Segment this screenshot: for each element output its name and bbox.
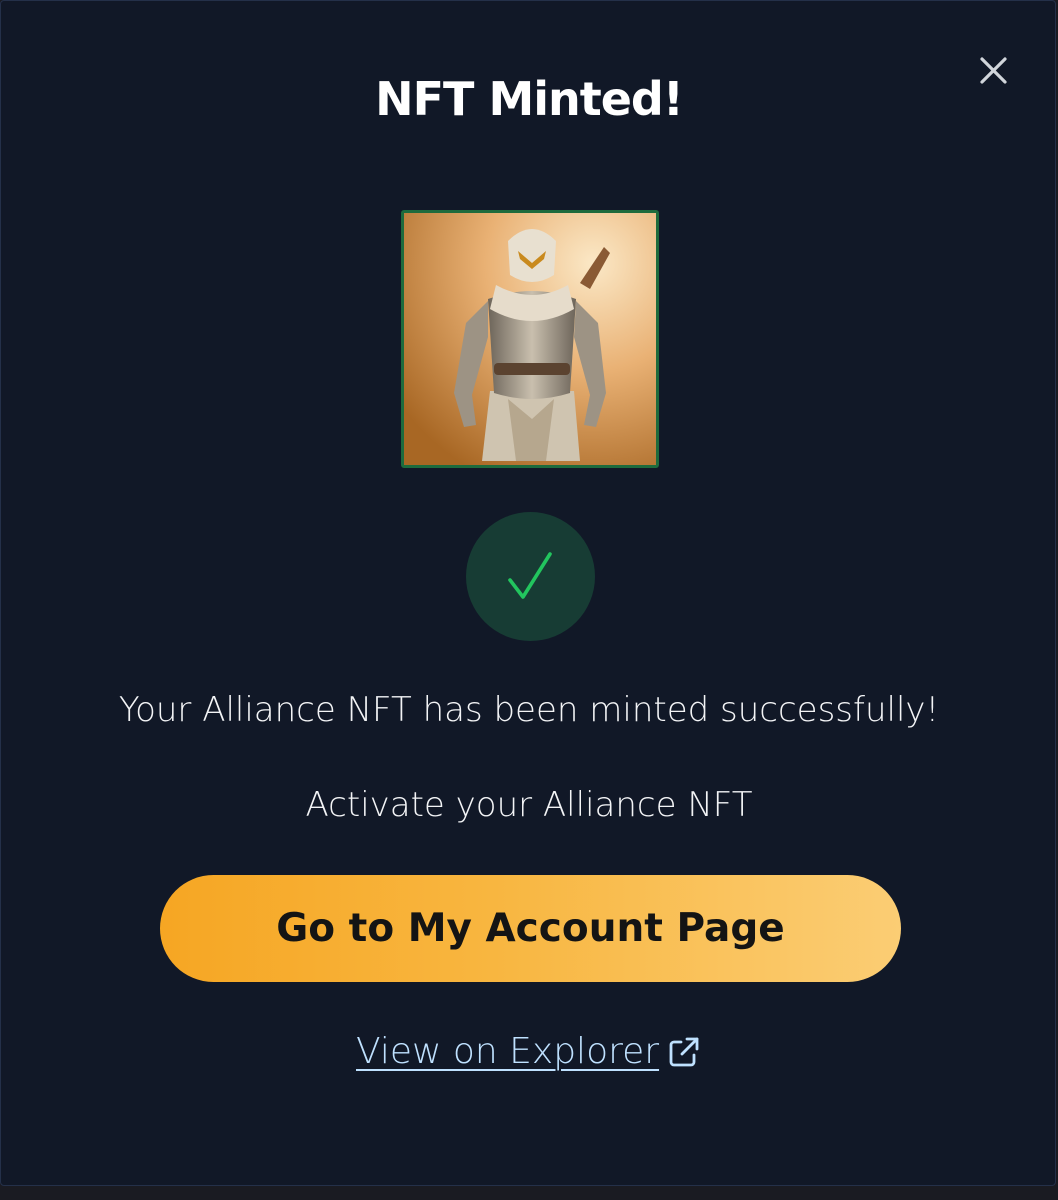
checkmark-icon xyxy=(508,552,552,599)
modal-title: NFT Minted! xyxy=(375,72,684,126)
view-on-explorer-link[interactable]: View on Explorer xyxy=(356,1027,706,1081)
go-to-account-button[interactable]: Go to My Account Page xyxy=(160,875,901,982)
success-status-badge xyxy=(466,512,595,641)
nft-image xyxy=(401,210,659,468)
external-link-icon xyxy=(669,1037,699,1067)
explorer-link-label: View on Explorer xyxy=(356,1031,660,1072)
nft-minted-modal: NFT Minted! Your Alliance NFT has been m… xyxy=(0,0,1056,1186)
nft-character-artwork xyxy=(404,213,656,465)
activate-message: Activate your Alliance NFT xyxy=(305,785,753,825)
success-message: Your Alliance NFT has been minted succes… xyxy=(118,690,940,730)
